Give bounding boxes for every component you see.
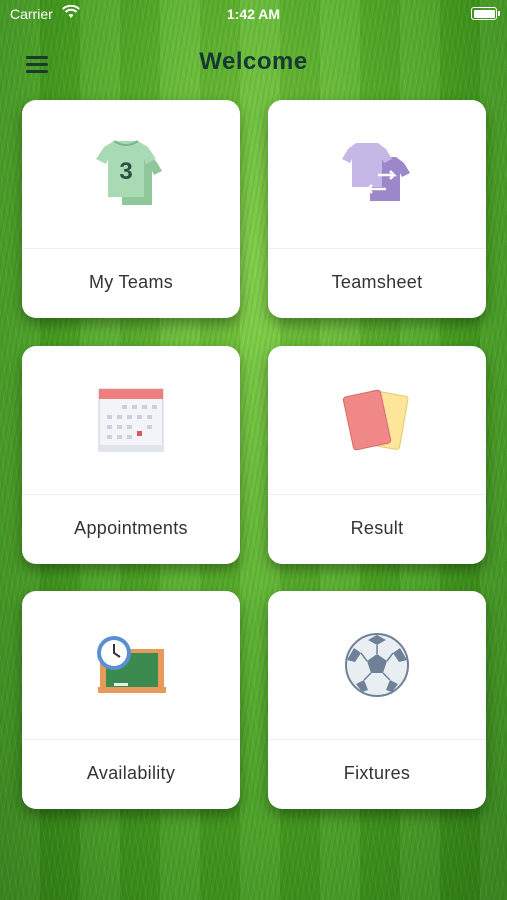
tile-label: Teamsheet [331, 272, 423, 292]
clock-time: 1:42 AM [226, 6, 281, 22]
status-bar: Carrier 1:42 AM [0, 0, 507, 28]
soccer-ball-icon [345, 633, 409, 697]
navigation-bar: Welcome [0, 40, 507, 84]
tile-divider [22, 739, 240, 740]
tile-divider [22, 248, 240, 249]
cards-icon [342, 389, 409, 451]
battery-icon [471, 7, 500, 20]
tile-divider [268, 739, 486, 740]
tile-label: Appointments [74, 518, 188, 538]
swap-jerseys-icon [342, 143, 410, 201]
tile-label: Result [350, 518, 404, 538]
jersey-icon: 3 [96, 140, 162, 205]
tile-label: Availability [86, 763, 176, 783]
page-title: Welcome [199, 48, 308, 75]
tile-label: My Teams [88, 272, 174, 292]
tile-appointments[interactable]: Appointments [22, 346, 240, 564]
tile-teamsheet[interactable]: Teamsheet [268, 100, 486, 318]
tile-result[interactable]: Result [268, 346, 486, 564]
tile-divider [22, 494, 240, 495]
jersey-number: 3 [119, 158, 132, 185]
clock-board-icon [97, 636, 166, 693]
tile-label: Fixtures [343, 763, 411, 783]
tile-availability[interactable]: Availability [22, 591, 240, 809]
tile-divider [268, 494, 486, 495]
calendar-icon [98, 388, 164, 452]
tile-my-teams[interactable]: 3 My Teams [22, 100, 240, 318]
tile-divider [268, 248, 486, 249]
tile-fixtures[interactable]: Fixtures [268, 591, 486, 809]
